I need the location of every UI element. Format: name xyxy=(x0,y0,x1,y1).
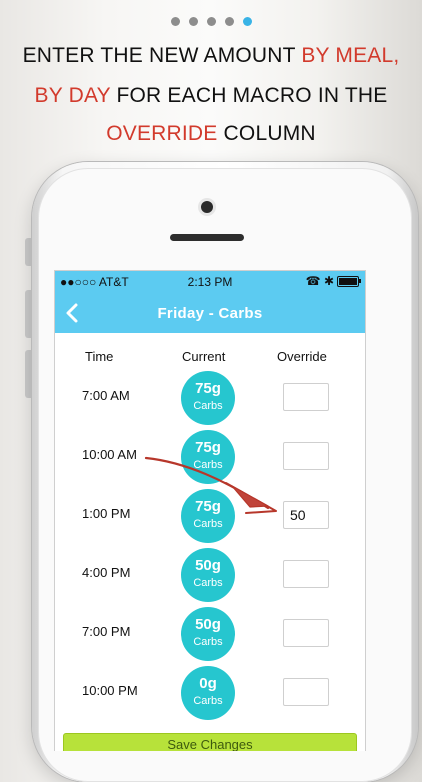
hand-drawn-arrow-icon xyxy=(144,456,277,514)
